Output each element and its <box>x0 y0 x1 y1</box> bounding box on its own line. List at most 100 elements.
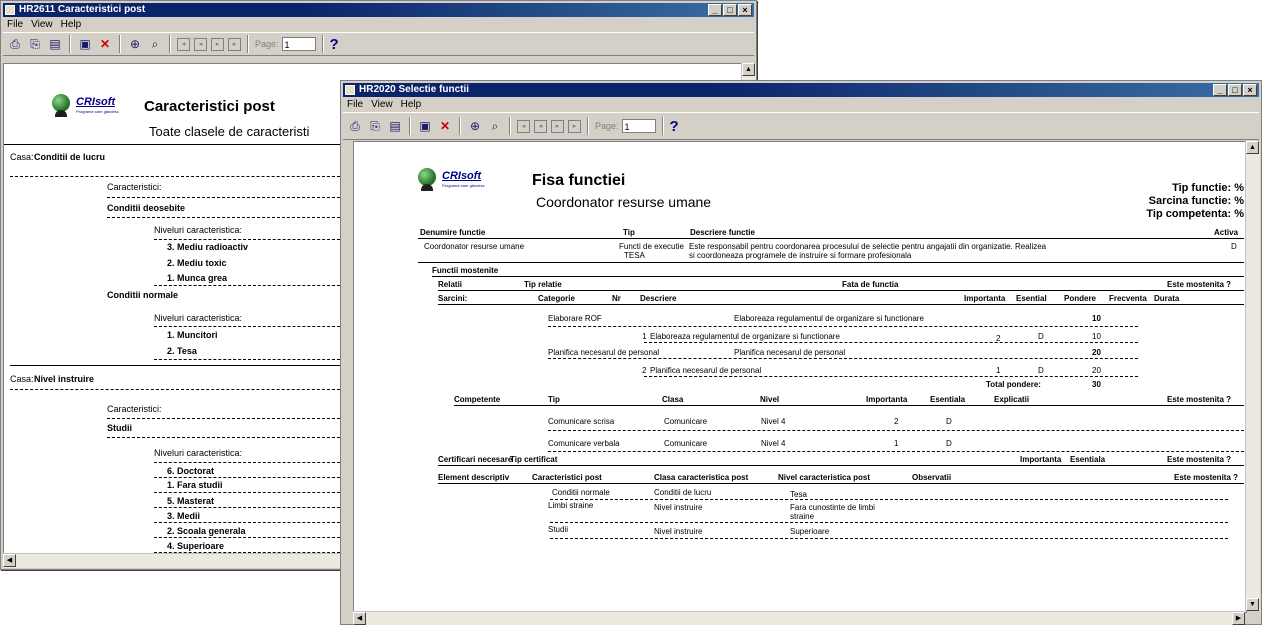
certificari-label: Certificari necesare <box>438 455 513 464</box>
help-icon[interactable]: ? <box>330 36 339 53</box>
menu-help[interactable]: Help <box>401 98 422 111</box>
person-icon <box>55 110 67 117</box>
certificari-col-esentiala: Esentiala <box>1070 455 1106 464</box>
prev-page-icon[interactable]: ◂ <box>534 119 547 133</box>
print-icon[interactable]: ⎙ <box>7 36 23 52</box>
sarcina-categorie: Planifica necesarul de personal <box>548 348 660 357</box>
sarcini-col-pondere: Pondere <box>1064 294 1097 303</box>
sarcina-descriere: Planifica necesarul de personal <box>650 366 762 375</box>
print-setup-icon[interactable]: ⎘ <box>367 118 383 134</box>
menu-view[interactable]: View <box>31 18 53 31</box>
page-input[interactable]: 1 <box>281 37 316 51</box>
scroll-down-icon[interactable]: ▼ <box>1246 598 1259 611</box>
vertical-scrollbar[interactable]: ▲ ▼ <box>1245 141 1260 611</box>
clasa-name: Conditii de lucru <box>34 152 105 162</box>
fata-de-functia-label: Fata de functia <box>842 280 899 289</box>
sarcina-descriere: Elaboreaza regulamentul de organizare si… <box>650 332 840 341</box>
next-page-icon[interactable]: ▸ <box>211 37 224 51</box>
scroll-up-icon[interactable]: ▲ <box>1246 141 1259 154</box>
caracteristici-label: Caracteristici: <box>107 404 162 414</box>
prev-page-icon[interactable]: ◂ <box>194 37 207 51</box>
sarcini-col-categorie: Categorie <box>538 294 575 303</box>
elem-nivel: Tesa <box>790 490 807 499</box>
nivel-item: 3. Mediu radioactiv <box>167 242 249 252</box>
menu-view[interactable]: View <box>371 98 393 111</box>
competente-col-clasa: Clasa <box>662 395 684 404</box>
next-page-icon[interactable]: ▸ <box>551 119 564 133</box>
sarcini-label: Sarcini: <box>438 294 468 303</box>
horizontal-scrollbar[interactable]: ◀ ▶ <box>353 611 1245 625</box>
toolbar-separator <box>119 35 121 53</box>
tip-relatie-label: Tip relatie <box>524 280 562 289</box>
minimize-button[interactable]: _ <box>1213 84 1227 96</box>
elem-clasa: Nivel instruire <box>654 527 703 536</box>
sarcina-descriere: Planifica necesarul de personal <box>734 348 846 357</box>
screen-icon[interactable]: ▣ <box>417 118 433 134</box>
sarcini-col-descriere: Descriere <box>640 294 677 303</box>
activa-value: D <box>1231 242 1237 251</box>
title-bar[interactable]: HR2020 Selectie functii _ □ × <box>343 83 1259 97</box>
sarcini-col-esential: Esential <box>1016 294 1047 303</box>
search-icon[interactable]: ⌕ <box>487 118 503 134</box>
caracteristica-name: Conditii deosebite <box>107 203 186 213</box>
tip-value-2: TESA <box>624 251 645 260</box>
nivel-item: 2. Scoala generala <box>167 526 246 536</box>
total-pondere-label: Total pondere: <box>986 380 1041 389</box>
scroll-left-icon[interactable]: ◀ <box>3 554 16 567</box>
title-bar[interactable]: HR2611 Caracteristici post _ □ × <box>3 3 754 17</box>
niveluri-label: Niveluri caracteristica: <box>154 225 243 235</box>
close-report-icon[interactable]: ✕ <box>437 118 453 134</box>
print-icon[interactable]: ⎙ <box>347 118 363 134</box>
certificari-col-tip: Tip certificat <box>510 455 558 464</box>
menu-help[interactable]: Help <box>61 18 82 31</box>
clasa-label: Casa: <box>10 152 34 162</box>
niveluri-label: Niveluri caracteristica: <box>154 313 243 323</box>
close-button[interactable]: × <box>738 4 752 16</box>
sarcini-col-nr: Nr <box>612 294 621 303</box>
competenta-tip: Comunicare scrisa <box>548 417 615 426</box>
first-page-icon[interactable]: ◂ <box>517 119 530 133</box>
close-button[interactable]: × <box>1243 84 1257 96</box>
sarcina-categorie: Elaborare ROF <box>548 314 602 323</box>
nivel-item: 1. Muncitori <box>167 330 218 340</box>
report-subtitle: Toate clasele de caracteristi <box>149 124 310 139</box>
col-tip: Tip <box>623 228 635 237</box>
report-title: Fisa functiei <box>532 172 626 189</box>
close-report-icon[interactable]: ✕ <box>97 36 113 52</box>
search-icon[interactable]: ⌕ <box>147 36 163 52</box>
sarcina-pondere: 20 <box>1092 366 1101 375</box>
col-denumire: Denumire functie <box>420 228 486 237</box>
sarcina-esential: D <box>1038 366 1044 375</box>
zoom-icon[interactable]: ⊕ <box>127 36 143 52</box>
scroll-left-icon[interactable]: ◀ <box>353 612 366 625</box>
maximize-button[interactable]: □ <box>1228 84 1242 96</box>
toolbar-separator <box>409 117 411 135</box>
print-setup-icon[interactable]: ⎘ <box>27 36 43 52</box>
screen-icon[interactable]: ▣ <box>77 36 93 52</box>
competenta-importanta: 1 <box>894 439 899 448</box>
maximize-button[interactable]: □ <box>723 4 737 16</box>
menu-file[interactable]: File <box>347 98 363 111</box>
competente-col-nivel: Nivel <box>760 395 780 404</box>
sarcina-nr: 2 <box>642 366 647 375</box>
menu-file[interactable]: File <box>7 18 23 31</box>
sarcina-functie: Sarcina functie: % <box>1148 195 1244 207</box>
scroll-right-icon[interactable]: ▶ <box>1232 612 1245 625</box>
toolbar-separator <box>509 117 511 135</box>
scroll-up-icon[interactable]: ▲ <box>742 63 755 76</box>
certificari-col-importanta: Importanta <box>1020 455 1062 464</box>
competente-col-esentiala: Esentiala <box>930 395 966 404</box>
last-page-icon[interactable]: ▸ <box>228 37 241 51</box>
last-page-icon[interactable]: ▸ <box>568 119 581 133</box>
zoom-icon[interactable]: ⊕ <box>467 118 483 134</box>
export-icon[interactable]: ▤ <box>387 118 403 134</box>
nivel-item: 6. Doctorat <box>167 466 215 476</box>
nivel-item: 2. Mediu toxic <box>167 258 227 268</box>
page-input[interactable]: 1 <box>621 119 656 133</box>
first-page-icon[interactable]: ◂ <box>177 37 190 51</box>
report-subtitle: Coordonator resurse umane <box>536 194 712 210</box>
minimize-button[interactable]: _ <box>708 4 722 16</box>
help-icon[interactable]: ? <box>670 118 679 135</box>
competente-col-explicatii: Explicatii <box>994 395 1030 404</box>
export-icon[interactable]: ▤ <box>47 36 63 52</box>
